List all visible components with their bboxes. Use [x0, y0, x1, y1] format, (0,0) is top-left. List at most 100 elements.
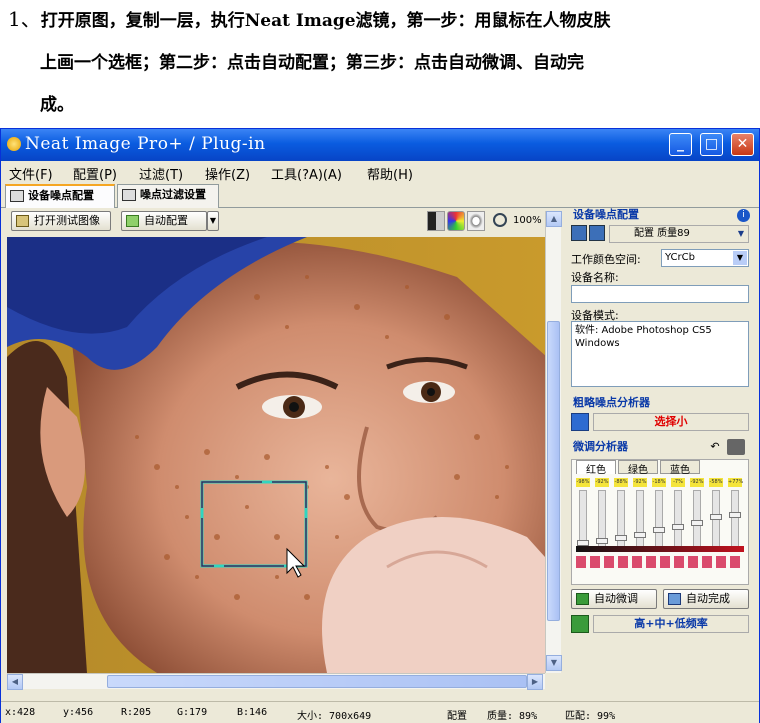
zoom-icon[interactable] [493, 213, 507, 227]
app-window: Neat Image Pro+ / Plug-in _ □ ✕ 文件(F) 配置… [0, 128, 760, 723]
open-test-image-button[interactable]: 打开测试图像 [11, 211, 111, 231]
coarse-select-button[interactable]: 选择小 [593, 413, 749, 431]
window-title: Neat Image Pro+ / Plug-in [25, 134, 266, 154]
slider-knob[interactable] [615, 535, 627, 541]
slider-knob[interactable] [634, 532, 646, 538]
auto-fine-tune-button[interactable]: 自动微调 [571, 589, 657, 609]
tab-blue[interactable]: 蓝色 [660, 460, 700, 476]
slider-percent-label: -58% [709, 478, 723, 487]
horizontal-scroll-thumb[interactable] [107, 675, 527, 688]
slider-knob[interactable] [729, 512, 741, 518]
instruction-line-1: 1、打开原图，复制一层，执行Neat Image滤镜，第一步：用鼠标在人物皮肤 [8, 6, 611, 34]
fine-tune-slider[interactable] [653, 490, 665, 550]
maximize-button[interactable]: □ [700, 133, 723, 156]
fine-tune-slider[interactable] [672, 490, 684, 550]
frequency-select-button[interactable]: 高+中+低频率 [593, 615, 749, 633]
fine-tune-slider[interactable] [634, 490, 646, 550]
load-profile-icon[interactable] [571, 225, 587, 241]
menu-action[interactable]: 操作(Z) [205, 164, 250, 183]
tab-green[interactable]: 绿色 [618, 460, 658, 476]
slider-percent-label: +77% [728, 478, 744, 487]
instruction-line-1-text: 打开原图，复制一层，执行Neat Image滤镜，第一步：用鼠标在人物皮肤 [40, 11, 611, 31]
menu-profile[interactable]: 配置(P) [73, 164, 117, 183]
filter-icon [122, 189, 136, 201]
tab-red[interactable]: 红色 [576, 460, 616, 476]
slider-percent-label: -92% [690, 478, 704, 487]
preview-image[interactable] [7, 237, 545, 673]
fine-tune-slider[interactable] [729, 490, 741, 550]
tab-label: 设备噪点配置 [28, 189, 94, 202]
device-name-field[interactable] [571, 285, 749, 303]
slider-knob[interactable] [710, 514, 722, 520]
grayscale-view-icon[interactable] [427, 211, 445, 231]
fine-tune-slider[interactable] [710, 490, 722, 550]
status-r: R:205 [121, 707, 152, 718]
status-size: 大小: 700x649 [297, 711, 372, 722]
slider-knob[interactable] [653, 527, 665, 533]
info-icon[interactable]: i [737, 209, 750, 222]
tab-device-noise-profile[interactable]: 设备噪点配置 [5, 184, 115, 208]
vertical-scroll-thumb[interactable] [547, 321, 560, 621]
close-button[interactable]: ✕ [731, 133, 754, 156]
contrast-icon[interactable] [467, 211, 485, 231]
title-bar[interactable]: Neat Image Pro+ / Plug-in _ □ ✕ [1, 129, 759, 161]
menu-file[interactable]: 文件(F) [9, 164, 53, 183]
instruction-text: 1、打开原图，复制一层，执行Neat Image滤镜，第一步：用鼠标在人物皮肤 … [0, 0, 760, 128]
scroll-up-icon[interactable]: ▲ [546, 211, 562, 227]
wand-icon [668, 593, 681, 605]
instruction-line-2: 上画一个选框；第二步：点击自动配置；第三步：点击自动微调、自动完 [40, 53, 584, 73]
scroll-right-icon[interactable]: ▶ [527, 674, 543, 690]
auto-fine-tune-label: 自动微调 [594, 592, 638, 605]
fine-tune-slider[interactable] [596, 490, 608, 550]
menu-bar: 文件(F) 配置(P) 过滤(T) 操作(Z) 工具(?A)(A) 帮助(H) [1, 161, 759, 183]
camera-icon [10, 190, 24, 202]
auto-complete-button[interactable]: 自动完成 [663, 589, 749, 609]
status-profile: 配置 [447, 711, 467, 722]
profile-select[interactable]: 配置 质量89 ▼ [609, 225, 749, 243]
status-y: y:456 [63, 707, 94, 718]
slider-knob[interactable] [672, 524, 684, 530]
horizontal-scrollbar[interactable]: ◀ ▶ [7, 673, 545, 690]
status-b: B:146 [237, 707, 268, 718]
vertical-scrollbar[interactable]: ▲ ▼ [545, 211, 562, 673]
app-icon [7, 137, 21, 151]
open-test-image-label: 打开测试图像 [34, 214, 100, 227]
slider-knob[interactable] [596, 538, 608, 544]
chevron-down-icon: ▼ [737, 229, 744, 238]
frequency-bar [576, 546, 744, 552]
menu-filter[interactable]: 过滤(T) [139, 164, 183, 183]
auto-profile-button[interactable]: 自动配置 [121, 211, 207, 231]
step-number: 1、 [8, 7, 41, 31]
slider-percent-label: -92% [595, 478, 609, 487]
menu-tools[interactable]: 工具(?A)(A) [271, 164, 342, 183]
undo-icon[interactable]: ↶ [707, 440, 723, 454]
portrait-photo [7, 237, 545, 673]
tab-noise-filter-settings[interactable]: 噪点过滤设置 [117, 184, 219, 208]
slider-knob[interactable] [691, 520, 703, 526]
device-name-label: 设备名称: [571, 271, 619, 284]
status-match: 匹配: 99% [565, 711, 616, 722]
minimize-button[interactable]: _ [669, 133, 692, 156]
profile-value: 配置 质量89 [634, 228, 690, 239]
slider-percent-label: -7% [671, 478, 685, 487]
scroll-left-icon[interactable]: ◀ [7, 674, 23, 690]
auto-profile-dropdown[interactable]: ▼ [207, 211, 219, 231]
color-view-icon[interactable] [447, 211, 465, 231]
pencil-icon[interactable] [571, 615, 589, 633]
fine-tune-slider[interactable] [577, 490, 589, 550]
color-space-select[interactable]: YCrCb ▼ [661, 249, 749, 267]
pencil-icon[interactable] [571, 413, 589, 431]
trash-icon[interactable] [727, 439, 745, 455]
status-quality: 质量: 89% [487, 711, 538, 722]
coarse-analyzer-header: 粗略噪点分析器 [573, 396, 650, 409]
fine-tune-slider[interactable] [691, 490, 703, 550]
fine-tune-slider[interactable] [615, 490, 627, 550]
scroll-down-icon[interactable]: ▼ [546, 655, 562, 671]
save-profile-icon[interactable] [589, 225, 605, 241]
device-mode-field[interactable]: 软件: Adobe Photoshop CS5 Windows [571, 321, 749, 387]
wand-icon [126, 215, 139, 227]
menu-help[interactable]: 帮助(H) [367, 164, 413, 183]
slider-percent-label: -88% [614, 478, 628, 487]
fine-analyzer-panel: 红色 绿色 蓝色 -98% -92% -88% -92% -18% -7% -92% -58%… [571, 459, 749, 585]
wand-icon [576, 593, 589, 605]
